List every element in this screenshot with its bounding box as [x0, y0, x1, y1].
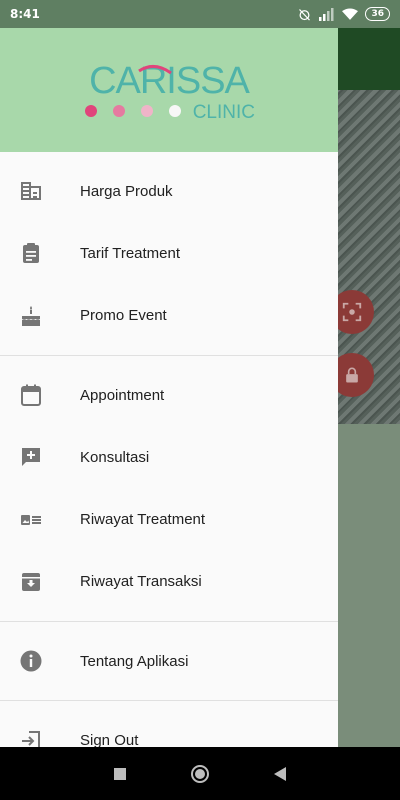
menu-label: Sign Out — [80, 732, 139, 747]
drawer-header: CARISSA CLINIC — [0, 28, 338, 152]
menu-label: Tarif Treatment — [80, 244, 181, 262]
menu-item-riwayat-treatment[interactable]: Riwayat Treatment — [0, 488, 338, 550]
menu-label: Tentang Aplikasi — [80, 652, 189, 670]
back-button[interactable] — [265, 759, 295, 789]
menu-label: Promo Event — [80, 307, 167, 325]
menu-label: Harga Produk — [80, 182, 173, 200]
logo-title: CARISSA — [89, 60, 250, 102]
divider — [0, 700, 338, 702]
calendar-icon — [0, 383, 80, 407]
menu-item-appointment[interactable]: Appointment — [0, 364, 338, 426]
menu-label: Appointment — [80, 386, 165, 404]
menu-item-tarif-treatment[interactable]: Tarif Treatment — [0, 222, 338, 284]
status-bar: 8:41 36 — [0, 0, 400, 28]
wifi-icon — [342, 8, 359, 20]
logo-subtitle: CLINIC — [193, 102, 255, 123]
id-card-icon — [0, 508, 80, 532]
menu-item-harga-produk[interactable]: Harga Produk — [0, 160, 338, 222]
menu-item-riwayat-transaksi[interactable]: Riwayat Transaksi — [0, 551, 338, 613]
alarm-off-icon — [299, 8, 311, 21]
menu-label: Riwayat Treatment — [80, 511, 206, 529]
home-button[interactable] — [185, 759, 215, 789]
divider — [0, 621, 338, 623]
menu-item-sign-out[interactable]: Sign Out — [0, 709, 338, 747]
info-icon — [0, 649, 80, 673]
status-time: 8:41 — [10, 7, 40, 21]
carissa-clinic-logo: CARISSA CLINIC — [79, 55, 259, 125]
square-icon — [114, 767, 126, 780]
menu-item-tentang-aplikasi[interactable]: Tentang Aplikasi — [0, 630, 338, 692]
recents-button[interactable] — [105, 759, 135, 789]
system-nav-bar — [0, 747, 400, 800]
menu-label: Riwayat Transaksi — [80, 573, 202, 591]
back-triangle-icon — [274, 766, 286, 781]
menu-label: Konsultasi — [80, 448, 150, 466]
menu-item-promo-event[interactable]: Promo Event — [0, 285, 338, 347]
building-icon — [0, 179, 80, 203]
add-comment-icon — [0, 445, 80, 469]
sign-out-icon — [0, 729, 80, 747]
archive-icon — [0, 570, 80, 594]
clipboard-icon — [0, 241, 80, 265]
menu-item-konsultasi[interactable]: Konsultasi — [0, 426, 338, 488]
signal-icon — [319, 7, 334, 21]
battery-indicator: 36 — [365, 7, 390, 21]
circle-icon — [191, 764, 209, 783]
divider — [0, 354, 338, 356]
scan-icon — [342, 302, 362, 322]
navigation-drawer: CARISSA CLINIC Harga Produk Tarif Treatm… — [0, 28, 338, 747]
cake-icon — [0, 304, 80, 328]
status-icons: 36 — [297, 7, 390, 22]
lock-icon — [346, 367, 358, 383]
